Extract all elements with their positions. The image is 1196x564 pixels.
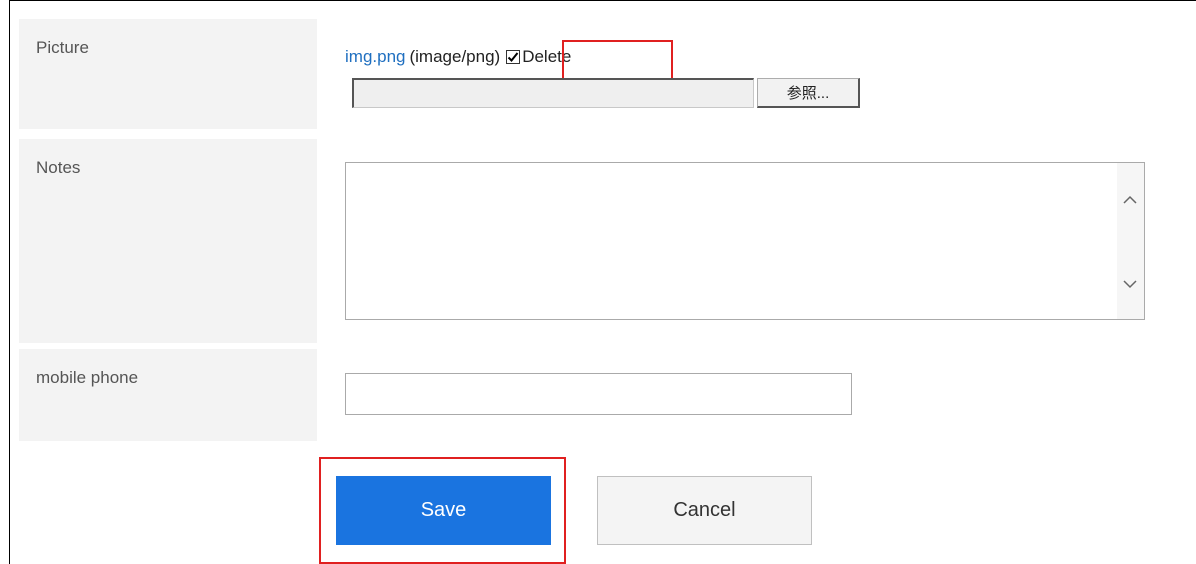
picture-file-info: img.png (image/png) Delete: [345, 47, 571, 67]
scroll-down-icon[interactable]: [1123, 279, 1137, 289]
mobile-phone-label: mobile phone: [36, 368, 139, 387]
delete-checkbox[interactable]: [506, 50, 521, 64]
picture-file-type: (image/png): [409, 47, 501, 66]
picture-file-link[interactable]: img.png: [345, 47, 405, 67]
save-button[interactable]: Save: [336, 476, 551, 545]
checkmark-icon: [507, 52, 519, 62]
mobile-phone-label-cell: mobile phone: [19, 349, 317, 441]
notes-scrollbar[interactable]: [1117, 163, 1144, 319]
notes-label-cell: Notes: [19, 139, 317, 343]
mobile-phone-input[interactable]: [345, 373, 852, 415]
scroll-up-icon[interactable]: [1123, 195, 1137, 205]
frame-border-top: [9, 0, 1196, 1]
cancel-button[interactable]: Cancel: [597, 476, 812, 545]
frame-border-left: [9, 0, 10, 564]
picture-label: Picture: [36, 38, 89, 57]
picture-file-input[interactable]: [352, 78, 754, 108]
notes-label: Notes: [36, 158, 81, 177]
notes-textarea[interactable]: [345, 162, 1145, 320]
picture-label-cell: Picture: [19, 19, 317, 129]
browse-button[interactable]: 参照...: [757, 78, 860, 108]
